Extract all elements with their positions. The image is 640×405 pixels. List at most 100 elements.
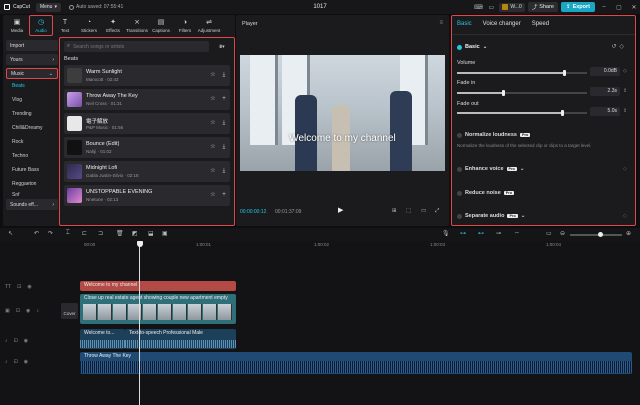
fade-in-slider[interactable] (457, 89, 587, 96)
visibility-icon[interactable]: ◉ (26, 308, 30, 314)
maximize-icon[interactable]: ▢ (613, 4, 625, 11)
tab-transitions[interactable]: ⨯ Transitions (125, 15, 149, 36)
share-button[interactable]: ⤴ Share (527, 2, 558, 12)
play-icon[interactable]: ▶ (338, 207, 346, 215)
music-clip[interactable]: Throw Away The Key (80, 352, 632, 374)
aspect-icon[interactable]: ▭ (421, 208, 426, 214)
freeze-icon[interactable]: ⬓ (148, 230, 154, 237)
zoom-in-icon[interactable]: ⊕ (626, 230, 631, 237)
list-item[interactable]: Bounce (Edit) Nahji · 01:02 ☆ ⤓ (64, 137, 230, 158)
tab-captions[interactable]: ▤ Captions (149, 15, 173, 36)
favorite-icon[interactable]: ☆ (209, 167, 217, 175)
tab-text[interactable]: T Text (53, 15, 77, 36)
search-input[interactable] (73, 43, 194, 50)
visibility-icon[interactable]: ◉ (27, 284, 31, 290)
ai-icon[interactable]: ▣ (162, 230, 168, 237)
enhance-voice-row[interactable]: Enhance voice Pro ⌄ (457, 166, 524, 172)
favorite-icon[interactable]: ☆ (209, 95, 217, 103)
playhead[interactable] (139, 241, 140, 405)
tab-filters[interactable]: ◑ Filters (173, 15, 197, 36)
category-vlog[interactable]: Vlog (6, 93, 58, 107)
keyframe-icon[interactable]: ◇ (619, 44, 627, 50)
yours-dropdown[interactable]: Yours › (6, 54, 58, 65)
download-icon[interactable]: ⤓ (220, 71, 228, 79)
fade-in-knob[interactable] (502, 89, 506, 96)
text-clip[interactable]: Welcome to my channel (80, 281, 236, 291)
fade-out-slider[interactable] (457, 109, 587, 116)
export-button[interactable]: ⇪ Export (560, 2, 595, 12)
reduce-noise-checkbox[interactable] (457, 190, 462, 196)
tab-audio[interactable]: ◷ Audio (29, 15, 53, 36)
quality-icon[interactable]: ⊞ (392, 208, 397, 214)
tts-clip[interactable]: Welcome to... (80, 329, 125, 349)
category-future-bass[interactable]: Future Bass (6, 163, 58, 177)
volume-value[interactable]: 0.0dB (590, 67, 620, 76)
list-item[interactable]: Midnight Lofi Gabla Justin-Silvio · 02:1… (64, 161, 230, 182)
tab-speed[interactable]: Speed (532, 21, 549, 27)
separate-audio-row[interactable]: Separate audio Pro ⌄ (457, 213, 525, 219)
cover-button[interactable]: Cover (61, 303, 78, 319)
favorite-icon[interactable]: ☆ (209, 71, 217, 79)
list-item[interactable]: Throw Away The Key Neil Cross · 01:31 ☆ … (64, 89, 230, 110)
category-snf[interactable]: Snf (6, 191, 58, 199)
shortcuts-icon[interactable]: ⌨ (473, 3, 483, 12)
fullscreen-icon[interactable]: ⤢ (435, 208, 439, 215)
list-item[interactable]: 電子解放 P&P Music · 01:56 ☆ ⤓ (64, 113, 230, 134)
category-reggaeton[interactable]: Reggaeton (6, 177, 58, 191)
menu-button[interactable]: Menu ▾ (35, 2, 61, 12)
mute-icon[interactable]: ◉ (24, 359, 28, 365)
preview-axis-icon[interactable]: ⇔ (514, 230, 520, 236)
tab-adjustment[interactable]: ⇌ Adjustment (197, 15, 221, 36)
add-icon[interactable]: + (220, 95, 228, 103)
tab-basic[interactable]: Basic (457, 21, 472, 27)
player-menu-icon[interactable]: ≡ (439, 20, 443, 26)
mute-icon[interactable]: ♪ (36, 308, 39, 314)
caption-icon[interactable]: ▭ (546, 230, 552, 237)
minimize-icon[interactable]: – (598, 4, 610, 10)
zoom-knob[interactable] (598, 232, 603, 237)
microphone-icon[interactable]: 🎙 (442, 230, 450, 237)
lock-icon[interactable]: ⊡ (14, 359, 18, 365)
video-preview[interactable]: Welcome to my channel (240, 55, 445, 171)
favorite-icon[interactable]: ☆ (209, 119, 217, 127)
keyframe-icon[interactable]: ◇ (623, 68, 627, 74)
lock-icon[interactable]: ⊡ (14, 338, 18, 344)
normalize-checkbox[interactable] (457, 132, 462, 138)
user-chip[interactable]: W...0 (499, 2, 525, 12)
download-icon[interactable]: ⤓ (220, 119, 228, 127)
filter-button[interactable]: ⩩▾ (213, 41, 231, 52)
split-right-icon[interactable]: ⊐ (98, 230, 103, 237)
category-chill-dreamy[interactable]: Chill&Dreamy (6, 121, 58, 135)
tab-effects[interactable]: ✦ Effects (101, 15, 125, 36)
split-left-icon[interactable]: ⊏ (82, 230, 87, 237)
stepper-icon[interactable]: ⇕ (623, 108, 627, 114)
lock-icon[interactable]: ⊡ (17, 284, 21, 290)
main-track-magnet-icon[interactable]: ⊶ (460, 230, 466, 237)
download-icon[interactable]: ⤓ (220, 167, 228, 175)
list-item[interactable]: UNSTOPPABLE EVENING Nnetune · 02:13 ☆ + (64, 185, 230, 206)
fade-out-knob[interactable] (560, 109, 564, 116)
music-dropdown[interactable]: Music ⌄ (6, 68, 58, 79)
category-rock[interactable]: Rock (6, 135, 58, 149)
tab-media[interactable]: ▣ Media (5, 15, 29, 36)
basic-checkbox[interactable] (457, 44, 462, 50)
category-beats[interactable]: Beats (6, 79, 58, 93)
sound-effects-dropdown[interactable]: Sounds eff... › (6, 199, 58, 210)
search-bar[interactable]: ⌕ (64, 41, 209, 52)
favorite-icon[interactable]: ☆ (209, 191, 217, 199)
video-clip[interactable]: Close up real estate agent showing coupl… (80, 294, 236, 324)
layout-icon[interactable]: ▭ (486, 3, 496, 12)
redo-icon[interactable]: ↷ (48, 230, 53, 237)
fade-in-value[interactable]: 2.3s (590, 87, 620, 96)
undo-icon[interactable]: ↶ (34, 230, 39, 237)
keyframe-icon[interactable]: ◇ (623, 213, 627, 219)
stepper-icon[interactable]: ⇕ (623, 88, 627, 94)
ratio-icon[interactable]: ⬚ (406, 208, 411, 214)
fade-out-value[interactable]: 5.0s (590, 107, 620, 116)
zoom-out-icon[interactable]: ⊖ (560, 230, 565, 237)
list-item[interactable]: Warm Sunlight Marxcott · 02:42 ☆ ⤓ (64, 65, 230, 86)
link-icon[interactable]: ⊸ (496, 230, 501, 237)
download-icon[interactable]: ⤓ (220, 143, 228, 151)
delete-icon[interactable]: 🗑 (116, 230, 124, 237)
import-button[interactable]: Import (6, 40, 58, 51)
